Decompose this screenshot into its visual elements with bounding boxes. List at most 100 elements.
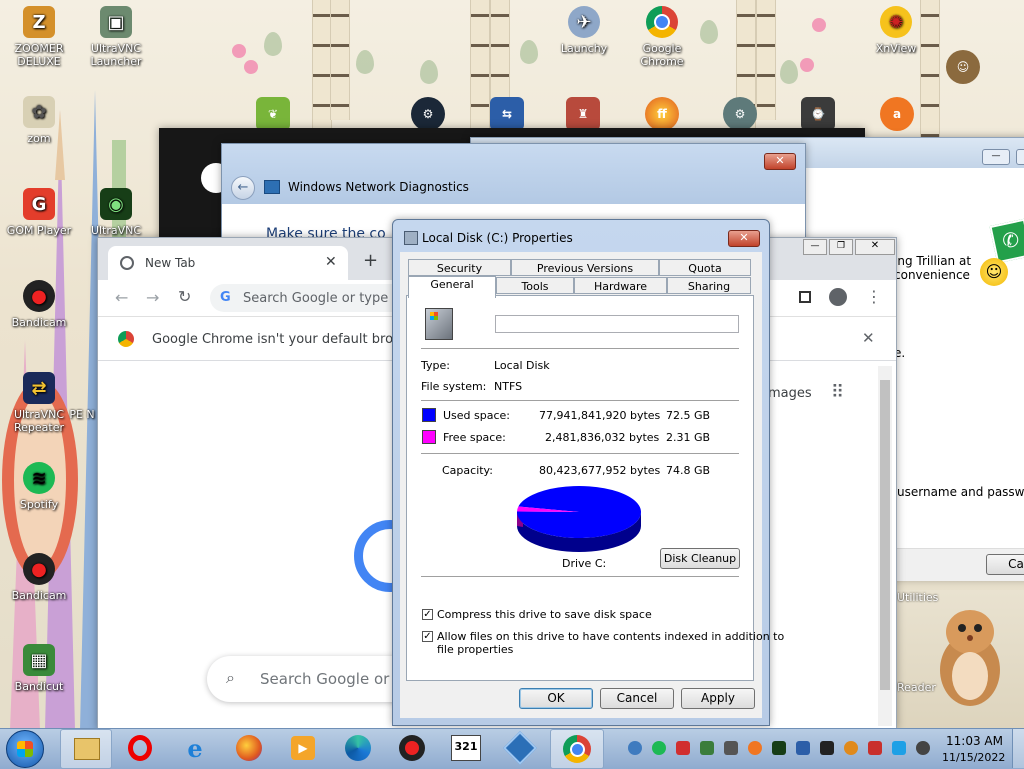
nd-titlebar[interactable] — [222, 144, 805, 204]
desktop-icon-bandicut[interactable]: ▦ Bandicut — [1, 644, 77, 693]
tray-volume-icon[interactable] — [916, 741, 930, 755]
forward-icon[interactable]: → — [146, 288, 159, 307]
infobar-close-icon[interactable]: ✕ — [862, 329, 875, 347]
wallpaper-leaf — [356, 50, 374, 74]
tray-flag-icon[interactable] — [868, 741, 882, 755]
tray-search-icon[interactable] — [844, 741, 858, 755]
taskbar-edge-button[interactable] — [340, 731, 376, 765]
desktop-icon-bandicam-2[interactable]: ● Bandicam — [1, 553, 77, 602]
taskbar-firefox-button[interactable] — [231, 731, 267, 765]
nd-close-button[interactable]: ✕ — [764, 153, 796, 170]
tray-app-icon[interactable] — [724, 741, 738, 755]
monkey-icon[interactable]: ☺ — [946, 50, 980, 84]
used-space-bytes: 77,941,841,920 bytes — [539, 409, 661, 422]
minimize-button[interactable]: — — [982, 149, 1010, 165]
desktop-icon-ultravnc-launcher[interactable]: ▣ UltraVNC Launcher — [78, 6, 154, 68]
desktop-icon-zoomer-deluxe[interactable]: Z ZOOMER DELUXE — [1, 6, 77, 68]
drive-titlebar-icon — [404, 231, 418, 245]
free-space-bytes: 2,481,836,032 bytes — [545, 431, 660, 444]
network-app-icon[interactable]: ⇆ — [490, 97, 524, 131]
apply-button[interactable]: Apply — [681, 688, 755, 709]
type-value: Local Disk — [494, 359, 550, 372]
chrome-tab[interactable]: New Tab ✕ — [108, 246, 348, 280]
tab-previous-versions[interactable]: Previous Versions — [511, 259, 659, 276]
desktop-icon-ultravnc[interactable]: ◉ UltraVNC — [78, 188, 154, 237]
images-link[interactable]: mages — [768, 386, 812, 401]
game-icon[interactable]: ♜ — [566, 97, 600, 131]
back-arrow-icon[interactable]: ← — [231, 176, 255, 200]
new-tab-plus-icon[interactable]: + — [363, 250, 378, 271]
show-desktop-button[interactable] — [1012, 729, 1024, 768]
dialog-close-button[interactable]: ✕ — [728, 230, 760, 247]
desktop-icon-launchy[interactable]: ✈ Launchy — [546, 6, 622, 55]
compress-checkbox[interactable]: ✓ — [422, 609, 433, 620]
leaf-app-icon[interactable]: ❦ — [256, 97, 290, 131]
tab-hardware[interactable]: Hardware — [574, 277, 667, 294]
close-button[interactable]: ✕ — [855, 239, 895, 255]
desktop-icon-spotify[interactable]: ≋ Spotify — [1, 462, 77, 511]
disk-properties-dialog[interactable]: Local Disk (C:) Properties ✕ Security Pr… — [392, 219, 784, 726]
cogs-icon[interactable]: ⚙ — [723, 97, 757, 131]
cancel-button-partial[interactable]: Ca — [986, 554, 1024, 575]
tray-spotify-icon[interactable] — [652, 741, 666, 755]
taskbar-opera-button[interactable] — [122, 731, 158, 765]
timer-icon[interactable]: ⌚ — [801, 97, 835, 131]
file-system-label: File system: — [421, 380, 487, 393]
clock-time[interactable]: 11:03 AM — [946, 734, 1003, 748]
tray-app-icon[interactable] — [700, 741, 714, 755]
index-checkbox[interactable]: ✓ — [422, 631, 433, 642]
desktop-icon-partial[interactable]: PE N — [64, 408, 100, 421]
tray-app-icon[interactable] — [820, 741, 834, 755]
bandicut-icon: ▦ — [23, 644, 55, 676]
cancel-button[interactable]: Cancel — [600, 688, 674, 709]
tray-ultravnc-icon[interactable] — [772, 741, 786, 755]
profile-avatar-icon[interactable] — [829, 288, 847, 306]
disk-cleanup-button[interactable]: Disk Cleanup — [660, 548, 740, 569]
desktop-icon-google-chrome[interactable]: Google Chrome — [624, 6, 700, 68]
tab-quota[interactable]: Quota — [659, 259, 751, 276]
minimize-button[interactable]: — — [803, 239, 827, 255]
ok-button[interactable]: OK — [519, 688, 593, 709]
scrollbar-thumb[interactable] — [880, 380, 890, 690]
desktop-icon-xnview[interactable]: ✺ XnView — [858, 6, 934, 55]
maximize-button[interactable] — [1016, 149, 1024, 165]
free-space-gb: 2.31 GB — [666, 431, 711, 444]
taskbar-media-player-button[interactable]: ▶ — [285, 731, 321, 765]
tray-network-icon[interactable] — [628, 741, 642, 755]
windows-logo-icon — [17, 741, 33, 757]
scrollbar[interactable] — [878, 366, 892, 726]
back-icon[interactable]: ← — [115, 288, 128, 307]
restore-button[interactable]: ❐ — [829, 239, 853, 255]
desktop-icon-ultravnc-repeater[interactable]: ⇄ UltraVNC Repeater — [1, 372, 77, 434]
apps-grid-icon[interactable]: ⠿ — [831, 382, 844, 403]
taskbar-321-button[interactable]: 321 — [448, 731, 484, 765]
tab-sharing[interactable]: Sharing — [667, 277, 751, 294]
chrome-icon — [646, 6, 678, 38]
taskbar-chrome-button[interactable] — [550, 729, 604, 769]
firefox-icon[interactable]: ff — [645, 97, 679, 131]
taskbar-ie-button[interactable]: e — [177, 731, 213, 765]
desktop-icon-gom-player[interactable]: G GOM Player — [1, 188, 77, 237]
index-label-cont: file properties — [437, 643, 514, 656]
taskbar-virtualbox-button[interactable] — [502, 731, 538, 765]
tab-close-icon[interactable]: ✕ — [325, 254, 337, 270]
tab-tools[interactable]: Tools — [496, 277, 574, 294]
menu-kebab-icon[interactable]: ⋮ — [866, 287, 882, 306]
tray-display-icon[interactable] — [892, 741, 906, 755]
clock-date[interactable]: 11/15/2022 — [942, 751, 1005, 764]
taskbar-file-explorer-button[interactable] — [60, 729, 112, 769]
tab-general[interactable]: General — [408, 276, 496, 298]
avast-icon[interactable]: a — [880, 97, 914, 131]
desktop-icon-zom[interactable]: ✿ zom — [1, 96, 77, 145]
start-orb-icon[interactable] — [6, 730, 44, 768]
reload-icon[interactable]: ↻ — [178, 287, 191, 306]
tray-avast-icon[interactable] — [748, 741, 762, 755]
steam-icon[interactable]: ⚙ — [411, 97, 445, 131]
tray-app-icon[interactable] — [796, 741, 810, 755]
desktop-icon-bandicam[interactable]: ● Bandicam — [1, 280, 77, 329]
volume-label-input[interactable] — [495, 315, 739, 333]
tab-security[interactable]: Security — [408, 259, 511, 276]
tray-acrobat-icon[interactable] — [676, 741, 690, 755]
taskbar-bandicam-button[interactable] — [394, 731, 430, 765]
side-panel-icon[interactable] — [799, 291, 811, 303]
